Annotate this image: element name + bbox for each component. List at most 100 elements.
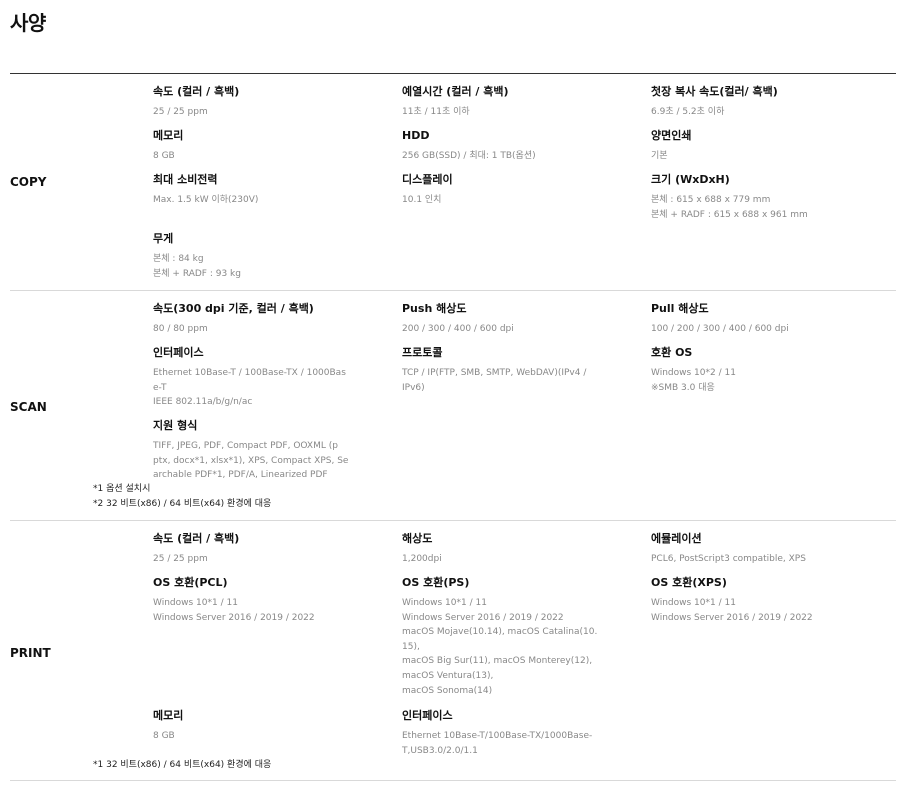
- spec-name: 인터페이스: [402, 709, 453, 722]
- spec-name: 예열시간 (컬러 / 흑백): [402, 85, 509, 98]
- spec-value: 10.1 인치: [402, 195, 442, 205]
- spec-item: 인터페이스 Ethernet 10Base-T/100Base-TX/1000B…: [402, 709, 592, 758]
- spec-value: macOS Big Sur(11), macOS Monterey(12),: [402, 656, 593, 667]
- spec-value: Windows 10*1 / 11: [153, 598, 238, 608]
- spec-item: 호환 OS Windows 10*2 / 11 ※SMB 3.0 대응: [651, 346, 736, 395]
- spec-item: 크기 (WxDxH) 본체 : 615 x 688 x 779 mm 본체 + …: [651, 173, 808, 222]
- spec-item: 해상도 1,200dpi: [402, 532, 442, 567]
- spec-item: OS 호환(PCL) Windows 10*1 / 11 Windows Ser…: [153, 576, 315, 625]
- footnote: *1 32 비트(x86) / 64 비트(x64) 환경에 대응: [93, 760, 272, 770]
- spec-item: 첫장 복사 속도(컬러/ 흑백) 6.9초 / 5.2초 이하: [651, 85, 778, 120]
- spec-value: 25 / 25 ppm: [153, 107, 208, 117]
- spec-item: Push 해상도 200 / 300 / 400 / 600 dpi: [402, 302, 514, 337]
- spec-name: 속도 (컬러 / 흑백): [153, 85, 240, 98]
- spec-value: Max. 1.5 kW 이하(230V): [153, 195, 259, 205]
- spec-value: 200 / 300 / 400 / 600 dpi: [402, 324, 514, 334]
- top-divider: [10, 73, 896, 74]
- spec-name: 인터페이스: [153, 346, 204, 359]
- footnote: *2 32 비트(x86) / 64 비트(x64) 환경에 대응: [93, 499, 272, 509]
- spec-value: T,USB3.0/2.0/1.1: [402, 745, 478, 756]
- spec-value: 256 GB(SSD) / 최대: 1 TB(옵션): [402, 151, 536, 161]
- spec-item: 최대 소비전력 Max. 1.5 kW 이하(230V): [153, 173, 258, 208]
- spec-name: 메모리: [153, 129, 184, 142]
- spec-name: 최대 소비전력: [153, 173, 218, 186]
- spec-value: macOS Ventura(13),: [402, 670, 494, 681]
- spec-name: 속도 (컬러 / 흑백): [153, 532, 240, 545]
- spec-value: 11초 / 11초 이하: [402, 107, 470, 117]
- spec-item: 예열시간 (컬러 / 흑백) 11초 / 11초 이하: [402, 85, 509, 120]
- section-divider: [10, 780, 896, 781]
- spec-value: Ethernet 10Base-T / 100Base-TX / 1000Bas: [153, 368, 346, 378]
- spec-value: Windows Server 2016 / 2019 / 2022: [402, 612, 564, 623]
- spec-name: OS 호환(XPS): [651, 576, 727, 589]
- spec-value: 본체 : 84 kg: [153, 254, 204, 264]
- spec-value: e-T: [153, 382, 167, 393]
- spec-item: 속도 (컬러 / 흑백) 25 / 25 ppm: [153, 85, 239, 120]
- spec-value: 본체 + RADF : 93 kg: [153, 268, 241, 279]
- spec-value: 8 GB: [153, 731, 175, 741]
- spec-item: 메모리 8 GB: [153, 709, 183, 744]
- spec-name: 디스플레이: [402, 173, 453, 186]
- spec-item: 양면인쇄 기본: [651, 129, 691, 164]
- spec-value: TCP / IP(FTP, SMB, SMTP, WebDAV)(IPv4 /: [402, 368, 587, 378]
- spec-value: macOS Sonoma(14): [402, 685, 493, 696]
- spec-value: 1,200dpi: [402, 554, 442, 564]
- spec-value: ※SMB 3.0 대응: [651, 382, 715, 393]
- spec-value: Ethernet 10Base-T/100Base-TX/1000Base-: [402, 731, 593, 741]
- spec-name: 무게: [153, 232, 174, 245]
- spec-item: OS 호환(XPS) Windows 10*1 / 11 Windows Ser…: [651, 576, 813, 625]
- spec-name: OS 호환(PCL): [153, 576, 228, 589]
- spec-value: IPv6): [402, 382, 425, 393]
- section-label-scan: SCAN: [10, 400, 47, 414]
- spec-value: Windows 10*1 / 11: [402, 598, 487, 608]
- spec-value: Windows 10*2 / 11: [651, 368, 736, 378]
- spec-item: OS 호환(PS) Windows 10*1 / 11 Windows Serv…: [402, 576, 597, 698]
- spec-name: HDD: [402, 129, 430, 142]
- spec-value: 6.9초 / 5.2초 이하: [651, 107, 725, 117]
- section-label-print: PRINT: [10, 646, 51, 660]
- spec-value: 기본: [651, 151, 668, 161]
- spec-value: 15),: [402, 641, 420, 652]
- spec-item: 인터페이스 Ethernet 10Base-T / 100Base-TX / 1…: [153, 346, 346, 410]
- spec-name: Push 해상도: [402, 302, 467, 315]
- spec-item: Pull 해상도 100 / 200 / 300 / 400 / 600 dpi: [651, 302, 789, 337]
- section-divider: [10, 290, 896, 291]
- spec-item: HDD 256 GB(SSD) / 최대: 1 TB(옵션): [402, 129, 536, 164]
- spec-value: Windows Server 2016 / 2019 / 2022: [651, 612, 813, 623]
- spec-item: 속도 (컬러 / 흑백) 25 / 25 ppm: [153, 532, 239, 567]
- spec-value: Windows Server 2016 / 2019 / 2022: [153, 612, 315, 623]
- spec-item: 지원 형식 TIFF, JPEG, PDF, Compact PDF, OOXM…: [153, 419, 348, 483]
- page-title: 사양: [10, 11, 46, 35]
- spec-value: archable PDF*1, PDF/A, Linearized PDF: [153, 470, 328, 481]
- spec-item: 무게 본체 : 84 kg 본체 + RADF : 93 kg: [153, 232, 241, 281]
- spec-value: 8 GB: [153, 151, 175, 161]
- section-label-copy: COPY: [10, 175, 47, 189]
- spec-name: 첫장 복사 속도(컬러/ 흑백): [651, 85, 778, 98]
- spec-item: 에뮬레이션 PCL6, PostScript3 compatible, XPS: [651, 532, 806, 567]
- spec-value: 25 / 25 ppm: [153, 554, 208, 564]
- spec-name: 지원 형식: [153, 419, 198, 432]
- footnote: *1 옵션 설치시: [93, 484, 151, 494]
- spec-name: 프로토콜: [402, 346, 443, 359]
- spec-value: macOS Mojave(10.14), macOS Catalina(10.: [402, 627, 598, 638]
- spec-name: 메모리: [153, 709, 184, 722]
- spec-name: OS 호환(PS): [402, 576, 470, 589]
- spec-name: 속도(300 dpi 기준, 컬러 / 흑백): [153, 302, 314, 315]
- spec-item: 메모리 8 GB: [153, 129, 183, 164]
- spec-value: PCL6, PostScript3 compatible, XPS: [651, 554, 806, 564]
- spec-item: 속도(300 dpi 기준, 컬러 / 흑백) 80 / 80 ppm: [153, 302, 314, 337]
- spec-value: ptx, docx*1, xlsx*1), XPS, Compact XPS, …: [153, 455, 349, 466]
- spec-item: 프로토콜 TCP / IP(FTP, SMB, SMTP, WebDAV)(IP…: [402, 346, 586, 395]
- spec-value: 80 / 80 ppm: [153, 324, 208, 334]
- spec-value: 100 / 200 / 300 / 400 / 600 dpi: [651, 324, 789, 334]
- spec-value: Windows 10*1 / 11: [651, 598, 736, 608]
- spec-item: 디스플레이 10.1 인치: [402, 173, 453, 208]
- spec-value: 본체 + RADF : 615 x 688 x 961 mm: [651, 209, 808, 220]
- spec-name: Pull 해상도: [651, 302, 709, 315]
- spec-value: 본체 : 615 x 688 x 779 mm: [651, 195, 771, 205]
- spec-name: 해상도: [402, 532, 433, 545]
- spec-name: 에뮬레이션: [651, 532, 702, 545]
- spec-name: 호환 OS: [651, 346, 693, 359]
- spec-name: 크기 (WxDxH): [651, 173, 730, 186]
- spec-name: 양면인쇄: [651, 129, 692, 142]
